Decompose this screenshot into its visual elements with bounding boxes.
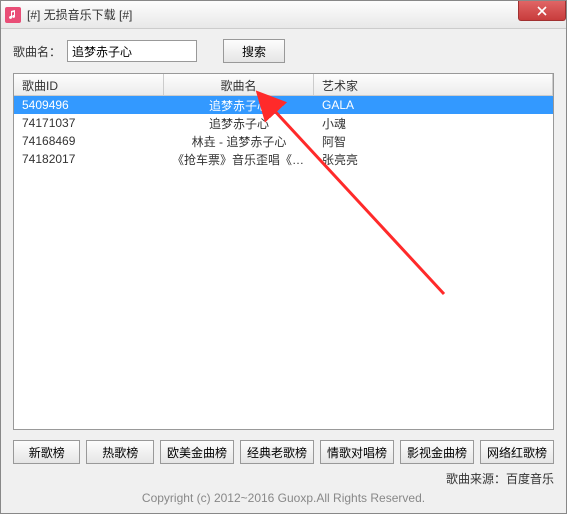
- table-cell: 5409496: [14, 98, 164, 112]
- table-cell: 74171037: [14, 116, 164, 130]
- table-row[interactable]: 74168469林垚 - 追梦赤子心阿智: [14, 132, 553, 150]
- category-button[interactable]: 网络红歌榜: [480, 440, 554, 464]
- window-title: [#] 无损音乐下载 [#]: [27, 6, 132, 23]
- table-row[interactable]: 5409496追梦赤子心GALA: [14, 96, 553, 114]
- source-label: 歌曲来源：百度音乐: [13, 470, 554, 487]
- category-button[interactable]: 热歌榜: [86, 440, 153, 464]
- titlebar: [#] 无损音乐下载 [#]: [1, 1, 566, 29]
- table-body: 5409496追梦赤子心GALA74171037追梦赤子心小魂74168469林…: [14, 96, 553, 429]
- category-button[interactable]: 新歌榜: [13, 440, 80, 464]
- app-window: [#] 无损音乐下载 [#] 歌曲名： 搜索 歌曲ID 歌曲名 艺术家 5409…: [0, 0, 567, 514]
- table-cell: 追梦赤子心: [164, 115, 314, 132]
- table-cell: 74182017: [14, 152, 164, 166]
- table-cell: GALA: [314, 98, 553, 112]
- content-area: 歌曲名： 搜索 歌曲ID 歌曲名 艺术家 5409496追梦赤子心GALA741…: [1, 29, 566, 513]
- close-button[interactable]: [518, 1, 566, 21]
- table-cell: 小魂: [314, 115, 553, 132]
- table-cell: 74168469: [14, 134, 164, 148]
- category-button[interactable]: 情歌对唱榜: [320, 440, 394, 464]
- search-label: 歌曲名：: [13, 43, 61, 60]
- search-button[interactable]: 搜索: [223, 39, 285, 63]
- col-header-artist[interactable]: 艺术家: [314, 74, 553, 95]
- table-cell: 追梦赤子心: [164, 97, 314, 114]
- table-cell: 《抢车票》音乐歪唱《追梦赤子...: [164, 151, 314, 168]
- search-row: 歌曲名： 搜索: [13, 39, 554, 63]
- category-buttons: 新歌榜热歌榜欧美金曲榜经典老歌榜情歌对唱榜影视金曲榜网络红歌榜: [13, 440, 554, 464]
- table-row[interactable]: 74182017《抢车票》音乐歪唱《追梦赤子...张亮亮: [14, 150, 553, 168]
- table-row[interactable]: 74171037追梦赤子心小魂: [14, 114, 553, 132]
- col-header-id[interactable]: 歌曲ID: [14, 74, 164, 95]
- app-icon: [5, 7, 21, 23]
- search-input[interactable]: [67, 40, 197, 62]
- table-cell: 张亮亮: [314, 151, 553, 168]
- col-header-name[interactable]: 歌曲名: [164, 74, 314, 95]
- category-button[interactable]: 影视金曲榜: [400, 440, 474, 464]
- category-button[interactable]: 经典老歌榜: [240, 440, 314, 464]
- copyright-label: Copyright (c) 2012~2016 Guoxp.All Rights…: [13, 491, 554, 505]
- table-cell: 阿智: [314, 133, 553, 150]
- results-table: 歌曲ID 歌曲名 艺术家 5409496追梦赤子心GALA74171037追梦赤…: [13, 73, 554, 430]
- category-button[interactable]: 欧美金曲榜: [160, 440, 234, 464]
- table-header: 歌曲ID 歌曲名 艺术家: [14, 74, 553, 96]
- table-cell: 林垚 - 追梦赤子心: [164, 133, 314, 150]
